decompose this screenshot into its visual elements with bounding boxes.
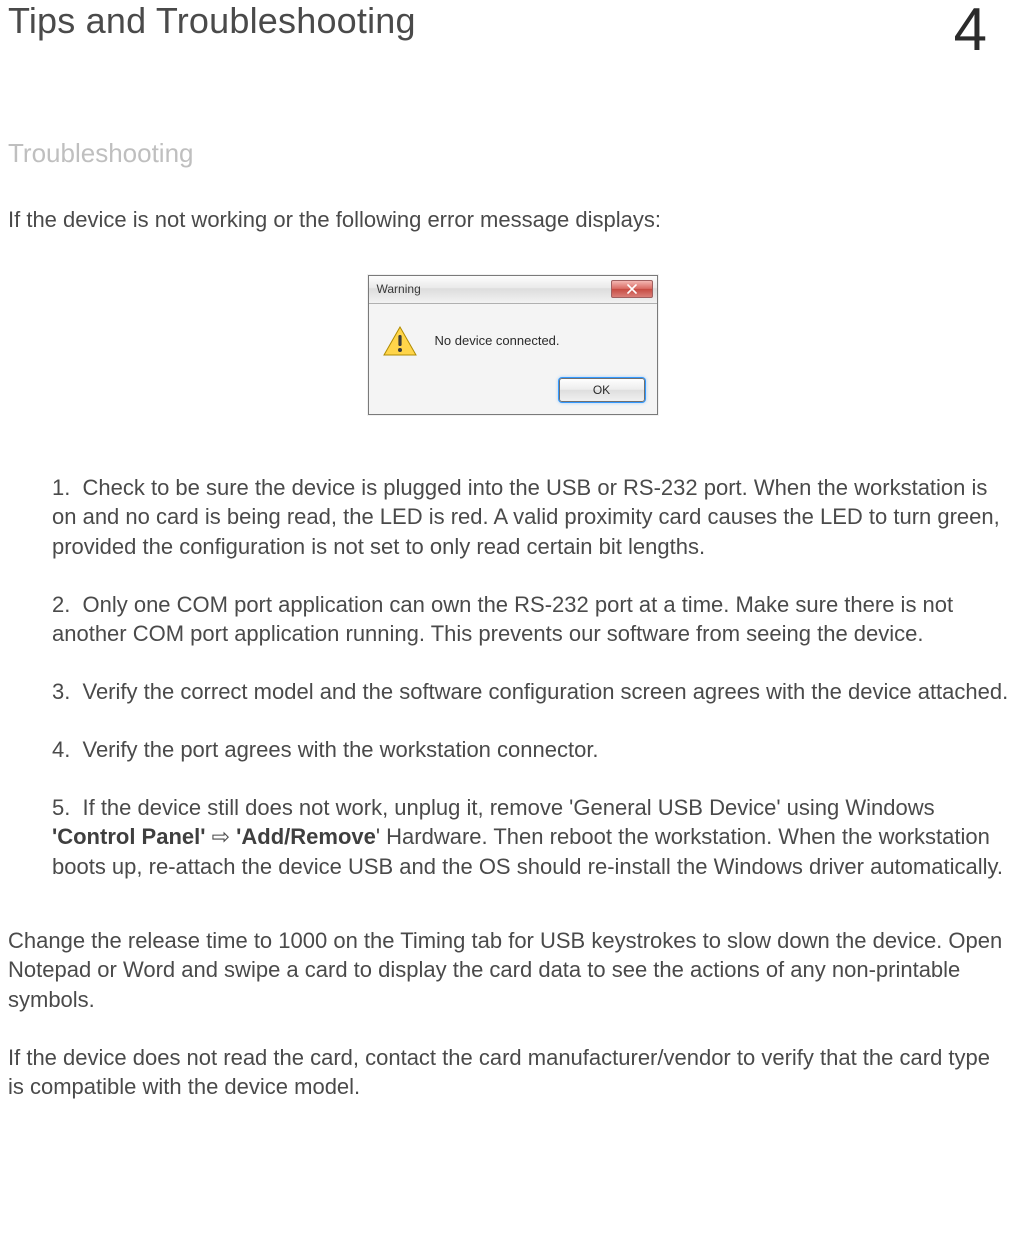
step-4: 4. Verify the port agrees with the works… — [52, 735, 1011, 765]
step-3: 3. Verify the correct model and the soft… — [52, 677, 1011, 707]
dialog-titlebar: Warning — [369, 276, 657, 304]
control-panel-bold: 'Control Panel' — [52, 824, 205, 849]
step-text: Verify the correct model and the softwar… — [82, 679, 1008, 704]
step-1: 1. Check to be sure the device is plugge… — [52, 473, 1011, 562]
warning-dialog: Warning No device connected. — [368, 275, 658, 415]
step-2: 2. Only one COM port application can own… — [52, 590, 1011, 649]
tail-paragraph-2: If the device does not read the card, co… — [8, 1043, 1011, 1102]
warning-icon — [383, 326, 417, 356]
ok-button-label: OK — [593, 383, 610, 397]
step-text: Only one COM port application can own th… — [52, 592, 953, 647]
tail-paragraph-1: Change the release time to 1000 on the T… — [8, 926, 1011, 1015]
step-text: Verify the port agrees with the workstat… — [82, 737, 598, 762]
step-number: 1. — [52, 475, 70, 500]
step-text: Check to be sure the device is plugged i… — [52, 475, 1000, 559]
arrow-icon: ⇨ — [205, 824, 236, 849]
add-remove-bold: 'Add/Remove — [236, 824, 376, 849]
chapter-number: 4 — [954, 0, 1017, 60]
close-icon — [627, 284, 637, 294]
close-button[interactable] — [611, 280, 653, 298]
intro-text: If the device is not working or the foll… — [8, 205, 1017, 235]
step-number: 3. — [52, 679, 70, 704]
ok-button[interactable]: OK — [559, 378, 645, 402]
troubleshooting-steps: 1. Check to be sure the device is plugge… — [8, 473, 1017, 882]
dialog-title: Warning — [377, 282, 421, 296]
step-number: 5. — [52, 795, 70, 820]
dialog-message: No device connected. — [435, 333, 560, 348]
step-number: 4. — [52, 737, 70, 762]
step-number: 2. — [52, 592, 70, 617]
section-heading: Troubleshooting — [8, 138, 1017, 169]
step-5: 5. If the device still does not work, un… — [52, 793, 1011, 882]
page-title: Tips and Troubleshooting — [8, 0, 416, 42]
step-text-part: If the device still does not work, unplu… — [82, 795, 934, 820]
